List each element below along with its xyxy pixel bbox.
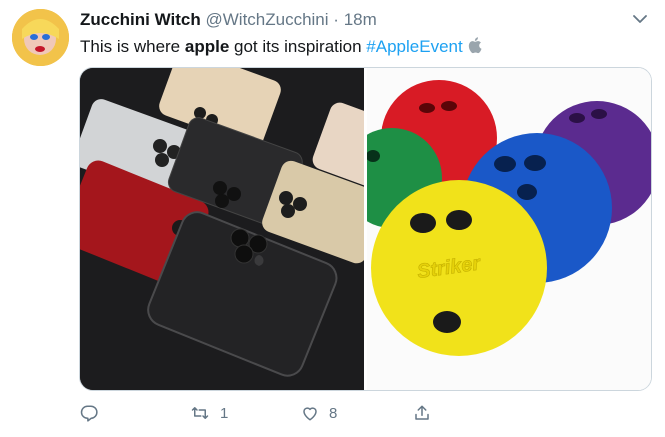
iphone-photo[interactable] xyxy=(80,68,364,390)
tweet-text-after: got its inspiration xyxy=(229,37,367,56)
tweet-text-bold: apple xyxy=(184,37,230,56)
chevron-down-icon[interactable] xyxy=(632,11,648,27)
retweet-icon xyxy=(191,407,209,419)
hashtag-link[interactable]: #AppleEvent xyxy=(366,37,462,56)
tweet-text-before: This is where xyxy=(80,37,185,56)
tweet-text: This is where apple got its inspiration … xyxy=(80,36,482,57)
retweet-button[interactable]: 1 xyxy=(190,404,228,422)
tweet-header: Zucchini Witch @WitchZucchini · 18m xyxy=(80,10,377,30)
tweet-timestamp[interactable]: 18m xyxy=(344,10,377,29)
avatar[interactable] xyxy=(12,9,69,66)
user-handle[interactable]: @WitchZucchini xyxy=(205,10,328,29)
heart-icon xyxy=(303,407,317,421)
separator-dot: · xyxy=(333,10,339,29)
like-count: 8 xyxy=(329,404,338,422)
media-grid[interactable]: Striker xyxy=(79,67,652,391)
reply-button[interactable] xyxy=(80,404,98,422)
bowling-balls-photo[interactable]: Striker xyxy=(367,68,651,390)
tweet-actions: 1 8 xyxy=(0,398,665,434)
apple-logo-icon xyxy=(468,37,482,54)
like-button[interactable]: 8 xyxy=(301,404,337,422)
reply-icon xyxy=(80,405,98,422)
display-name[interactable]: Zucchini Witch xyxy=(80,10,201,29)
retweet-count: 1 xyxy=(220,404,229,422)
share-button[interactable] xyxy=(413,404,431,422)
share-icon xyxy=(415,405,429,420)
